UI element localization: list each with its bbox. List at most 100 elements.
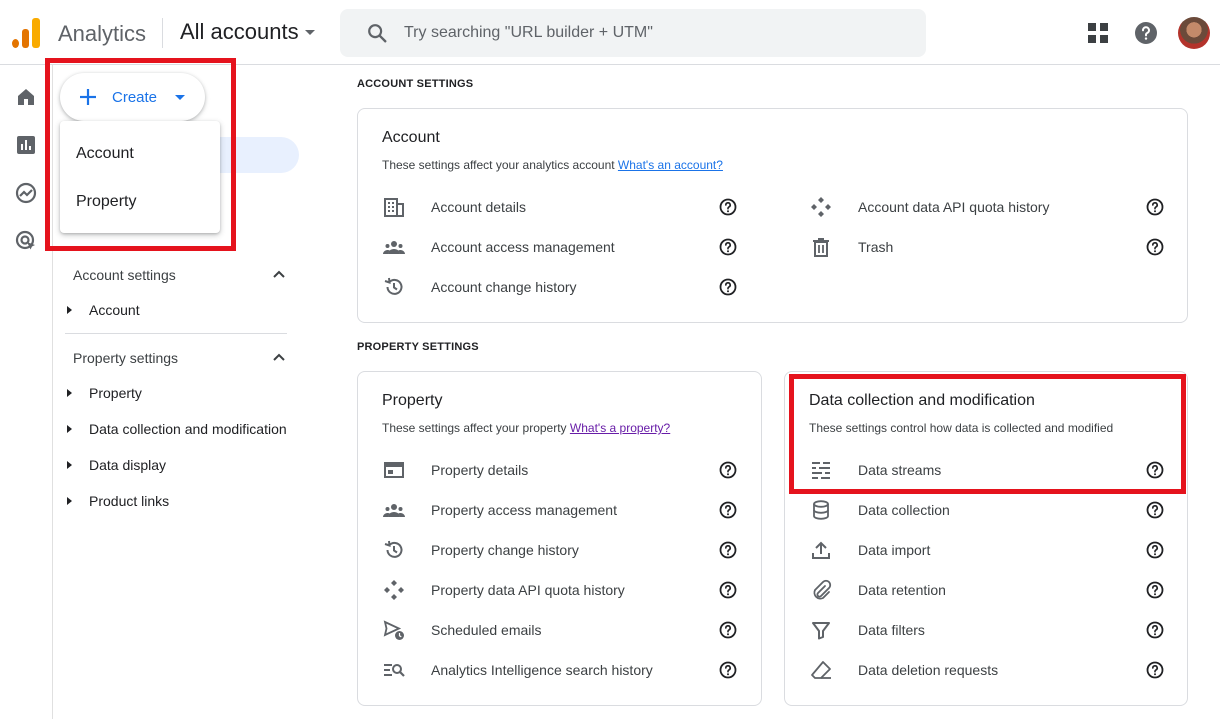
expand-arrow-icon: [67, 389, 72, 397]
account-card-subtitle: These settings affect your analytics acc…: [382, 158, 723, 172]
eraser-icon: [811, 661, 831, 679]
row-label: Trash: [858, 239, 894, 255]
property-details-row[interactable]: Property details: [383, 458, 738, 482]
row-label: Data streams: [858, 462, 942, 478]
nav-item-data-display[interactable]: Data display: [65, 453, 295, 477]
property-card-subtitle: These settings affect your property What…: [382, 421, 671, 435]
create-button-label: Create: [112, 88, 158, 106]
left-rail: [0, 65, 53, 719]
row-label: Data import: [858, 542, 931, 558]
property-settings-heading: PROPERTY SETTINGS: [357, 341, 479, 353]
user-avatar[interactable]: [1178, 17, 1210, 49]
account-card-title: Account: [382, 129, 440, 146]
help-outline-icon[interactable]: [719, 278, 737, 296]
whats-a-property-link[interactable]: What's a property?: [570, 421, 670, 435]
search-icon: [368, 24, 387, 43]
data-streams-row[interactable]: Data streams: [810, 458, 1165, 482]
help-outline-icon[interactable]: [719, 541, 737, 559]
top-bar: Analytics All accounts: [0, 0, 1220, 65]
account-details-row[interactable]: Account details: [383, 195, 738, 219]
apps-grid-icon[interactable]: [1086, 21, 1110, 45]
explore-icon[interactable]: [14, 181, 38, 205]
analytics-logo-icon[interactable]: [12, 18, 40, 48]
row-label: Data deletion requests: [858, 662, 999, 678]
building-icon: [384, 198, 404, 217]
nav-item-product-links[interactable]: Product links: [65, 489, 295, 513]
property-data-api-quota-history-row[interactable]: Property data API quota history: [383, 578, 738, 602]
search-list-icon: [384, 664, 405, 677]
account-switcher-label: All accounts: [180, 19, 299, 44]
search-input[interactable]: [404, 24, 884, 42]
trash-icon: [813, 238, 829, 257]
help-outline-icon[interactable]: [1146, 581, 1164, 599]
data-filters-row[interactable]: Data filters: [810, 618, 1165, 642]
help-icon[interactable]: [1134, 21, 1158, 45]
nav-section-property-settings: Property settings: [73, 350, 179, 366]
create-menu-item-account[interactable]: Account: [76, 145, 134, 163]
help-outline-icon[interactable]: [1146, 621, 1164, 639]
help-outline-icon[interactable]: [1146, 198, 1164, 216]
database-icon: [813, 500, 829, 520]
row-label: Account data API quota history: [858, 199, 1050, 215]
nav-item-account[interactable]: Account: [65, 298, 295, 322]
scheduled-send-icon: [383, 620, 404, 640]
app-name: Analytics: [58, 21, 147, 46]
help-outline-icon[interactable]: [719, 581, 737, 599]
nav-item-property[interactable]: Property: [65, 381, 295, 405]
row-label: Data collection: [858, 502, 950, 518]
property-card: Property These settings affect your prop…: [357, 371, 762, 706]
history-icon: [384, 540, 403, 558]
account-access-management-row[interactable]: Account access management: [383, 235, 738, 259]
caret-down-icon: [304, 29, 315, 35]
row-label: Property data API quota history: [431, 582, 625, 598]
upload-icon: [812, 541, 830, 559]
history-icon: [384, 277, 403, 295]
advertising-icon[interactable]: [14, 229, 38, 253]
help-outline-icon[interactable]: [1146, 661, 1164, 679]
chevron-up-icon[interactable]: [272, 350, 286, 364]
account-change-history-row[interactable]: Account change history: [383, 275, 738, 299]
data-import-row[interactable]: Data import: [810, 538, 1165, 562]
help-outline-icon[interactable]: [1146, 541, 1164, 559]
trash-row[interactable]: Trash: [810, 235, 1165, 259]
help-outline-icon[interactable]: [719, 661, 737, 679]
analytics-intelligence-search-history-row[interactable]: Analytics Intelligence search history: [383, 658, 738, 682]
row-label: Property details: [431, 462, 529, 478]
nav-item-data-collection[interactable]: Data collection and modification: [65, 417, 295, 441]
help-outline-icon[interactable]: [719, 198, 737, 216]
scheduled-emails-row[interactable]: Scheduled emails: [383, 618, 738, 642]
property-card-title: Property: [382, 392, 443, 409]
data-deletion-requests-row[interactable]: Data deletion requests: [810, 658, 1165, 682]
expand-arrow-icon: [67, 497, 72, 505]
account-switcher[interactable]: All accounts: [180, 19, 315, 45]
create-button[interactable]: Create: [60, 73, 205, 121]
property-access-management-row[interactable]: Property access management: [383, 498, 738, 522]
search-bar[interactable]: [340, 9, 926, 57]
help-outline-icon[interactable]: [1146, 461, 1164, 479]
help-outline-icon[interactable]: [719, 461, 737, 479]
create-menu: Account Property: [60, 121, 220, 233]
data-retention-row[interactable]: Data retention: [810, 578, 1165, 602]
row-label: Account change history: [431, 279, 577, 295]
property-change-history-row[interactable]: Property change history: [383, 538, 738, 562]
chevron-up-icon[interactable]: [272, 267, 286, 281]
reports-icon[interactable]: [14, 133, 38, 157]
help-outline-icon[interactable]: [719, 238, 737, 256]
expand-arrow-icon: [67, 306, 72, 314]
dropdown-arrow-icon: [175, 94, 186, 100]
data-collection-row[interactable]: Data collection: [810, 498, 1165, 522]
help-outline-icon[interactable]: [719, 621, 737, 639]
row-label: Property access management: [431, 502, 617, 518]
home-icon[interactable]: [14, 85, 38, 109]
help-outline-icon[interactable]: [1146, 238, 1164, 256]
row-label: Data retention: [858, 582, 946, 598]
help-outline-icon[interactable]: [719, 501, 737, 519]
property-details-icon: [384, 462, 404, 478]
account-data-api-quota-history-row[interactable]: Account data API quota history: [810, 195, 1165, 219]
create-menu-item-property[interactable]: Property: [76, 193, 136, 211]
row-label: Account access management: [431, 239, 615, 255]
help-outline-icon[interactable]: [1146, 501, 1164, 519]
whats-an-account-link[interactable]: What's an account?: [618, 158, 723, 172]
data-collection-card-subtitle: These settings control how data is colle…: [809, 421, 1114, 435]
nav-selected-highlight: [220, 137, 299, 173]
